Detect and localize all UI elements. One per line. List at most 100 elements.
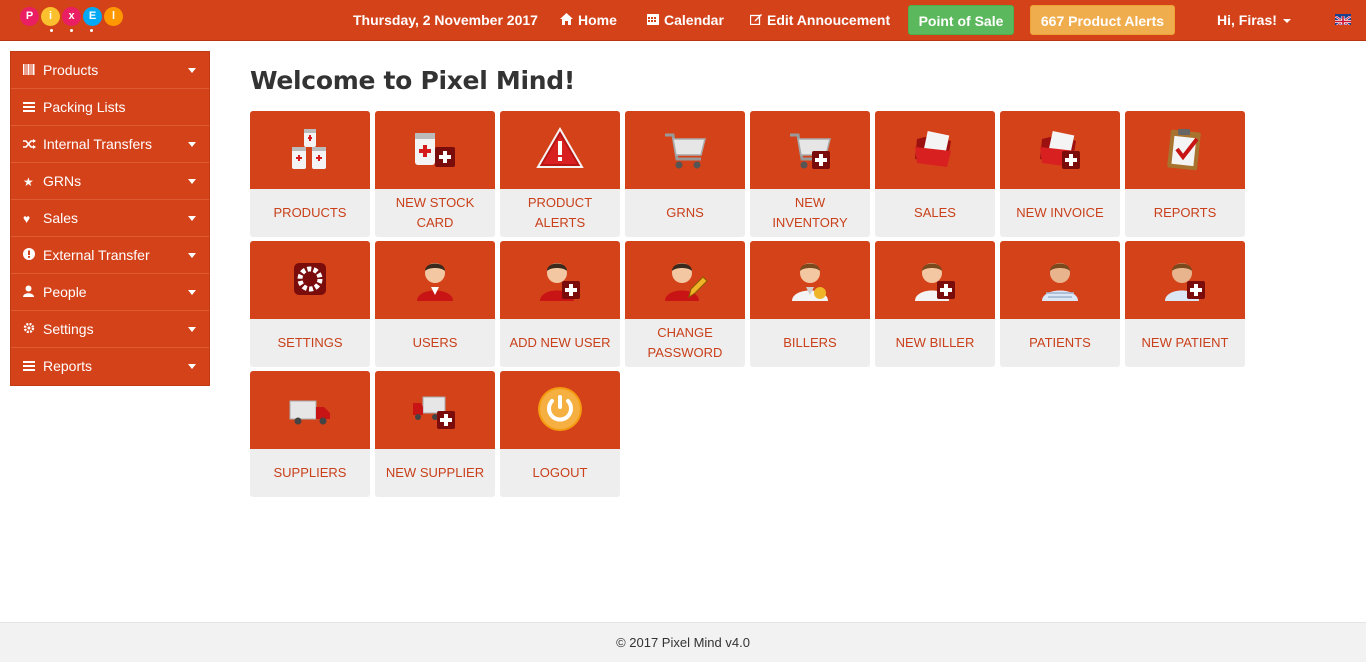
logo-letter: E (83, 7, 102, 26)
tile-label: SALES (914, 205, 956, 220)
product-alerts-button[interactable]: 667 Product Alerts (1030, 5, 1175, 35)
list-icon (23, 90, 43, 127)
logo-letter: x (62, 7, 81, 26)
truck-add-icon (411, 385, 459, 433)
chevron-down-icon (1282, 19, 1291, 24)
tile-label: NEW SUPPLIER (385, 465, 485, 480)
tile-add-new-user[interactable]: ADD NEW USER (500, 241, 620, 367)
sidebar-item-label: Internal Transfers (43, 136, 152, 152)
sidebar-item-external-transfer[interactable]: External Transfer (11, 237, 209, 274)
tile-reports[interactable]: REPORTS (1125, 111, 1245, 237)
caret-down-icon (188, 364, 196, 369)
sidebar-item-label: People (43, 284, 87, 300)
biller-add-icon (911, 255, 959, 303)
tile-label: NEW BILLER (895, 335, 975, 350)
gear-icon (286, 255, 334, 303)
tile-label: LOGOUT (532, 465, 588, 480)
star-icon: ★ (23, 175, 34, 189)
current-date: Thursday, 2 November 2017 (353, 12, 538, 28)
tile-billers[interactable]: BILLERS (750, 241, 870, 367)
tile-label: GRNS (666, 205, 704, 220)
tile-new-biller[interactable]: NEW BILLER (875, 241, 995, 367)
top-navbar: P i x E l Thursday, 2 November 2017 Home… (0, 0, 1366, 41)
tile-products[interactable]: PRODUCTS (250, 111, 370, 237)
tile-sales[interactable]: SALES (875, 111, 995, 237)
sidebar-item-reports[interactable]: Reports (11, 348, 209, 385)
nav-calendar-label: Calendar (664, 12, 724, 28)
sidebar-item-label: Sales (43, 210, 79, 226)
truck-icon (286, 385, 334, 433)
tile-new-stock-card[interactable]: NEW STOCK CARD (375, 111, 495, 237)
tile-label: USERS (412, 335, 458, 350)
heart-icon: ♥ (23, 212, 31, 226)
nav-edit-announcement[interactable]: Edit Annoucement (749, 0, 891, 41)
sidebar-item-sales[interactable]: ♥ Sales (11, 200, 209, 237)
caret-down-icon (188, 68, 196, 73)
tile-new-patient[interactable]: NEW PATIENT (1125, 241, 1245, 367)
tile-new-invoice[interactable]: NEW INVOICE (1000, 111, 1120, 237)
nav-home-label: Home (578, 12, 617, 28)
sidebar-item-grns[interactable]: ★ GRNs (11, 163, 209, 200)
edit-icon (749, 0, 762, 41)
logo-letter: l (104, 7, 123, 26)
caret-down-icon (188, 327, 196, 332)
page-title: Welcome to Pixel Mind! (250, 66, 575, 95)
sidebar-item-label: Products (43, 62, 99, 78)
footer-copyright: © 2017 Pixel Mind v4.0 (616, 635, 750, 650)
tile-label: ADD NEW USER (509, 335, 611, 350)
folder-icon (911, 125, 959, 173)
tile-patients[interactable]: PATIENTS (1000, 241, 1120, 367)
tile-label: PRODUCTS (273, 205, 347, 220)
logo-letter: i (41, 7, 60, 26)
tile-label: SUPPLIERS (273, 465, 347, 480)
caret-down-icon (188, 142, 196, 147)
nav-home[interactable]: Home (560, 0, 617, 41)
clipboard-icon (1161, 125, 1209, 173)
biller-icon (786, 255, 834, 303)
user-menu-label: Hi, Firas! (1217, 12, 1277, 28)
tile-label: NEW INVENTORY (772, 195, 848, 230)
sidebar-item-products[interactable]: Products (11, 52, 209, 89)
caret-down-icon (188, 290, 196, 295)
tile-settings[interactable]: SETTINGS (250, 241, 370, 367)
medicine-add-icon (411, 125, 459, 173)
sidebar-item-settings[interactable]: Settings (11, 311, 209, 348)
tile-label: REPORTS (1153, 205, 1217, 220)
tile-new-inventory[interactable]: NEW INVENTORY (750, 111, 870, 237)
tile-change-password[interactable]: CHANGE PASSWORD (625, 241, 745, 367)
cart-icon (661, 125, 709, 173)
tile-label: NEW STOCK CARD (395, 195, 475, 230)
point-of-sale-button[interactable]: Point of Sale (908, 5, 1014, 35)
tile-label: CHANGE PASSWORD (647, 325, 723, 360)
folder-add-icon (1036, 125, 1084, 173)
tile-new-supplier[interactable]: NEW SUPPLIER (375, 371, 495, 497)
tile-grns[interactable]: GRNS (625, 111, 745, 237)
tile-suppliers[interactable]: SUPPLIERS (250, 371, 370, 497)
sidebar-item-label: Reports (43, 358, 93, 374)
tile-logout[interactable]: LOGOUT (500, 371, 620, 497)
sidebar-item-internal-transfers[interactable]: Internal Transfers (11, 126, 209, 163)
sidebar-item-packing-lists[interactable]: Packing Lists (11, 89, 209, 126)
home-icon (560, 0, 573, 41)
tile-users[interactable]: USERS (375, 241, 495, 367)
caret-down-icon (188, 179, 196, 184)
user-menu[interactable]: Hi, Firas! (1217, 0, 1291, 41)
tile-label: NEW INVOICE (1016, 205, 1104, 220)
uk-flag-icon[interactable] (1335, 14, 1351, 25)
sidebar-item-label: External Transfer (43, 247, 150, 263)
patient-add-icon (1161, 255, 1209, 303)
sidebar-item-people[interactable]: People (11, 274, 209, 311)
nav-edit-announcement-label: Edit Annoucement (767, 12, 891, 28)
tile-product-alerts[interactable]: PRODUCT ALERTS (500, 111, 620, 237)
shuffle-icon (23, 127, 43, 164)
cart-add-icon (786, 125, 834, 173)
logo[interactable]: P i x E l (20, 5, 130, 35)
nav-calendar[interactable]: Calendar (647, 0, 724, 41)
tile-label: NEW PATIENT (1141, 335, 1229, 350)
gear-icon (23, 312, 43, 349)
tile-label: PRODUCT ALERTS (527, 195, 593, 230)
barcode-icon (23, 53, 43, 90)
list-icon (23, 349, 43, 386)
footer: © 2017 Pixel Mind v4.0 (0, 622, 1366, 662)
tile-label: BILLERS (783, 335, 837, 350)
